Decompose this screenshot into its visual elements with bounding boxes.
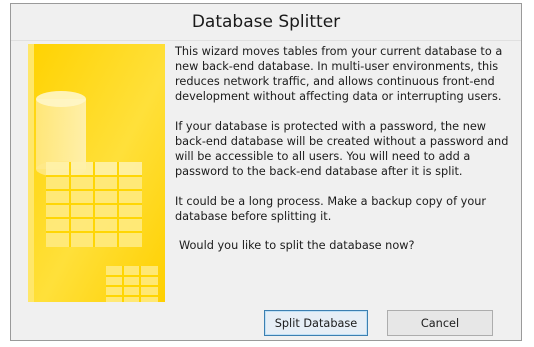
password-warning-paragraph: If your database is protected with a pas… — [175, 120, 509, 178]
backup-advice-paragraph: It could be a long process. Make a backu… — [175, 195, 487, 223]
database-table-illustration-icon — [28, 44, 165, 302]
database-splitter-dialog: Database Splitter This wizard moves tabl… — [10, 3, 522, 341]
cancel-button[interactable]: Cancel — [387, 310, 493, 336]
dialog-message: This wizard moves tables from your curre… — [175, 44, 520, 268]
confirmation-question: Would you like to split the database now… — [179, 239, 415, 252]
dialog-title: Database Splitter — [11, 4, 521, 41]
dialog-content: This wizard moves tables from your curre… — [28, 44, 522, 302]
split-database-button[interactable]: Split Database — [264, 310, 368, 336]
description-paragraph: This wizard moves tables from your curre… — [175, 45, 503, 103]
